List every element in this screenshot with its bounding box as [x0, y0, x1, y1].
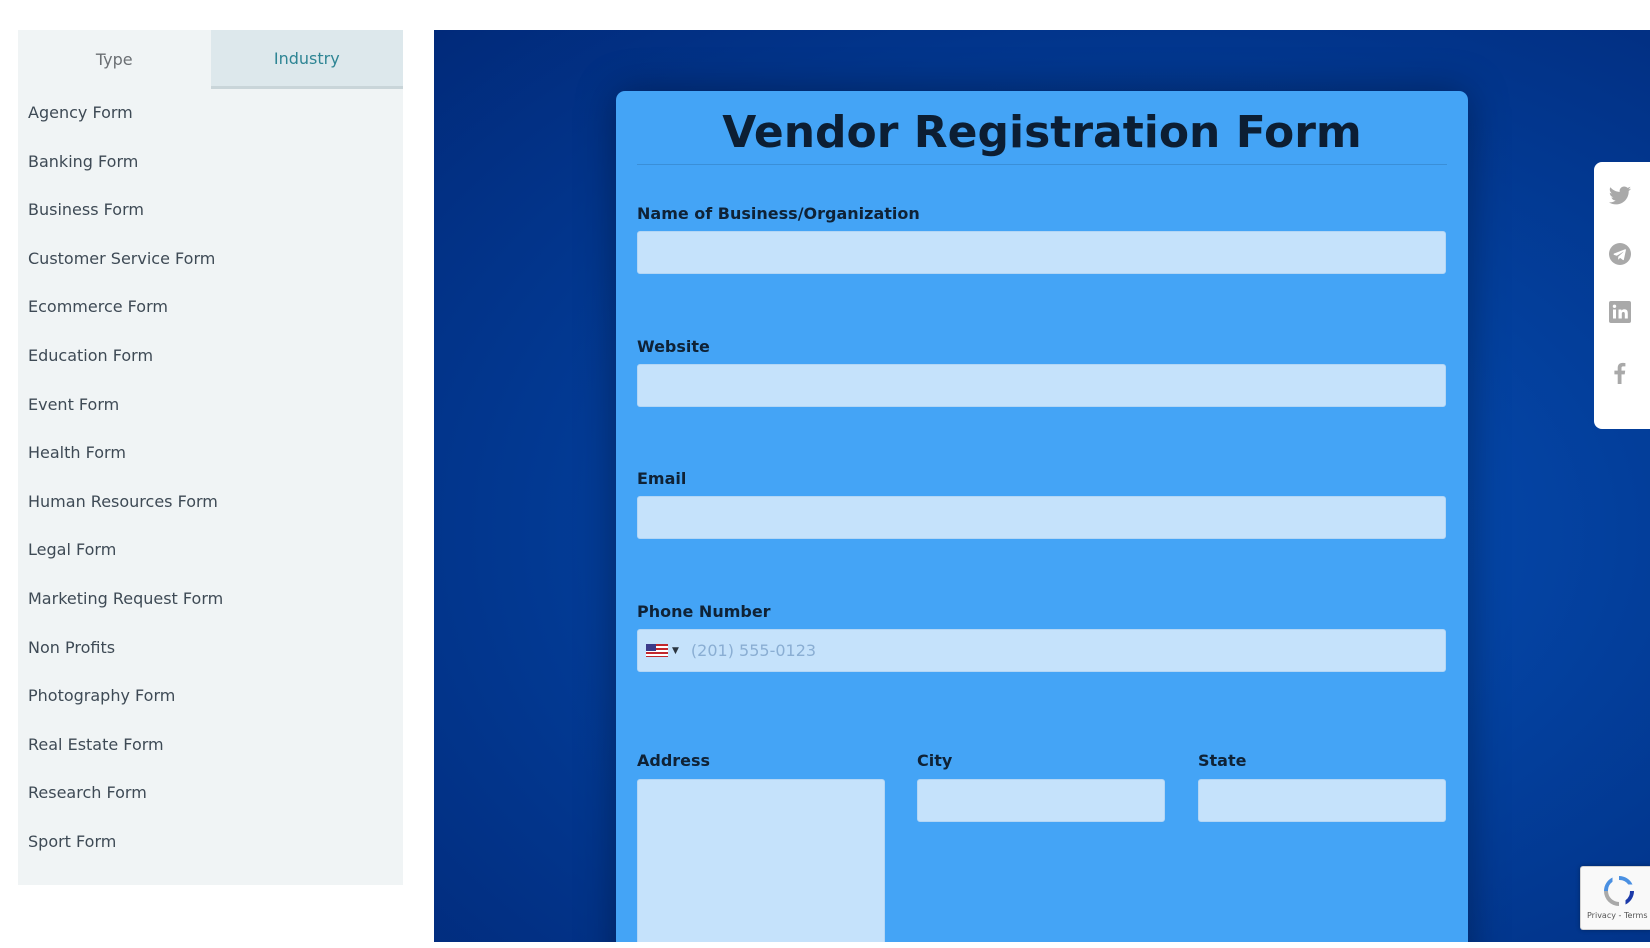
- recaptcha-icon: [1604, 876, 1634, 906]
- phone-placeholder: (201) 555-0123: [690, 641, 817, 660]
- sidebar-item-agency[interactable]: Agency Form: [18, 89, 403, 138]
- share-bar: [1594, 162, 1650, 429]
- sidebar-item-research[interactable]: Research Form: [18, 769, 403, 818]
- industry-list: Agency Form Banking Form Business Form C…: [18, 89, 403, 867]
- sidebar-item-non-profits[interactable]: Non Profits: [18, 624, 403, 673]
- phone-label: Phone Number: [637, 602, 771, 621]
- website-input[interactable]: [637, 364, 1446, 407]
- address-label: Address: [637, 751, 711, 770]
- facebook-icon[interactable]: [1608, 361, 1632, 385]
- form-title: Vendor Registration Form: [637, 101, 1447, 165]
- telegram-icon[interactable]: [1608, 242, 1632, 266]
- form-category-sidebar: Type Industry Agency Form Banking Form B…: [18, 30, 403, 885]
- city-input[interactable]: [917, 779, 1165, 822]
- sidebar-item-marketing-request[interactable]: Marketing Request Form: [18, 575, 403, 624]
- sidebar-item-ecommerce[interactable]: Ecommerce Form: [18, 283, 403, 332]
- sidebar-item-real-estate[interactable]: Real Estate Form: [18, 721, 403, 770]
- recaptcha-badge[interactable]: Privacy - Terms: [1580, 866, 1650, 930]
- sidebar-item-business[interactable]: Business Form: [18, 186, 403, 235]
- linkedin-icon[interactable]: [1608, 300, 1632, 324]
- sidebar-item-photography[interactable]: Photography Form: [18, 672, 403, 721]
- email-input[interactable]: [637, 496, 1446, 539]
- email-label: Email: [637, 469, 687, 488]
- state-input[interactable]: [1198, 779, 1446, 822]
- tab-industry[interactable]: Industry: [210, 30, 403, 89]
- category-tabs: Type Industry: [18, 30, 403, 89]
- sidebar-item-banking[interactable]: Banking Form: [18, 138, 403, 187]
- sidebar-item-legal[interactable]: Legal Form: [18, 526, 403, 575]
- website-label: Website: [637, 337, 710, 356]
- sidebar-item-event[interactable]: Event Form: [18, 381, 403, 430]
- business-name-input[interactable]: [637, 231, 1446, 274]
- address-textarea[interactable]: [637, 779, 885, 942]
- sidebar-item-human-resources[interactable]: Human Resources Form: [18, 478, 403, 527]
- recaptcha-privacy-terms[interactable]: Privacy - Terms: [1587, 911, 1648, 920]
- city-label: City: [917, 751, 953, 770]
- phone-input[interactable]: ▼ (201) 555-0123: [637, 629, 1446, 672]
- state-label: State: [1198, 751, 1247, 770]
- vendor-registration-form: Vendor Registration Form Name of Busines…: [616, 91, 1468, 942]
- sidebar-item-health[interactable]: Health Form: [18, 429, 403, 478]
- sidebar-item-sport[interactable]: Sport Form: [18, 818, 403, 867]
- business-name-label: Name of Business/Organization: [637, 204, 920, 223]
- form-preview: Vendor Registration Form Name of Busines…: [434, 30, 1650, 942]
- chevron-down-icon[interactable]: ▼: [672, 646, 679, 656]
- sidebar-item-customer-service[interactable]: Customer Service Form: [18, 235, 403, 284]
- twitter-icon[interactable]: [1608, 184, 1632, 208]
- us-flag-icon[interactable]: [646, 644, 668, 657]
- sidebar-item-education[interactable]: Education Form: [18, 332, 403, 381]
- tab-type[interactable]: Type: [18, 30, 211, 89]
